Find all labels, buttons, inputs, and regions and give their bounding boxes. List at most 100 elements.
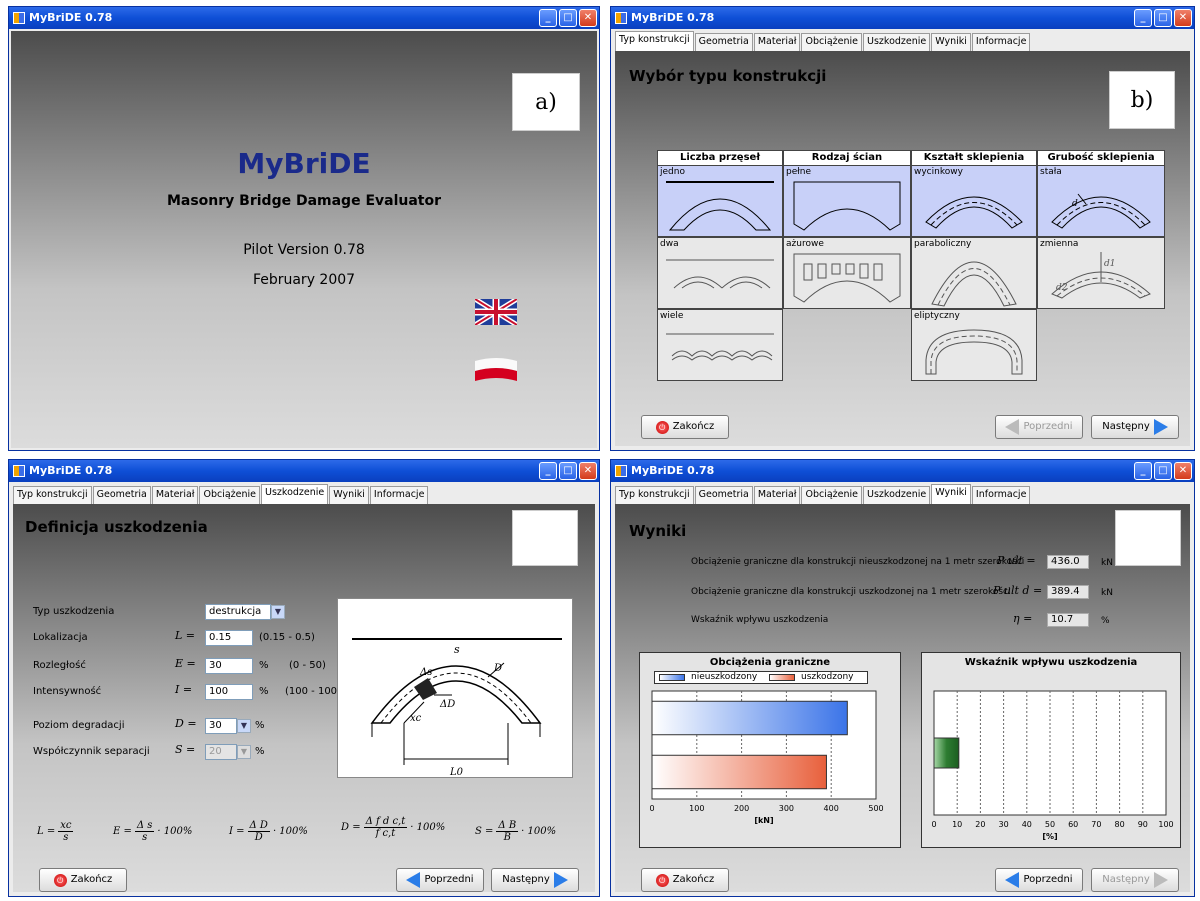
col-head-spandrel: Rodzaj ścian czołowych — [783, 150, 911, 177]
extent-unit: % — [259, 660, 269, 671]
separation-select[interactable]: 20 — [205, 744, 237, 760]
prev-button[interactable]: Poprzedni — [995, 868, 1083, 892]
formula-den: s — [63, 832, 69, 843]
field-label-type: Typ uszkodzenia — [33, 606, 115, 617]
option-label: wiele — [660, 311, 684, 321]
tab-obciazenie[interactable]: Obciążenie — [801, 33, 863, 51]
maximize-button[interactable]: □ — [559, 462, 577, 480]
multi-arch-icon — [666, 333, 774, 361]
tab-uszkodzenie[interactable]: Uszkodzenie — [863, 33, 931, 51]
arrow-left-icon — [1005, 872, 1020, 888]
tab-geometria[interactable]: Geometria — [92, 486, 151, 504]
finish-button[interactable]: ⏻ Zakończ — [641, 415, 729, 439]
damage-type-select[interactable]: destrukcja — [205, 604, 271, 620]
splash-background — [11, 31, 597, 448]
formula-den: s — [142, 832, 148, 843]
tick-label: 0 — [931, 820, 936, 829]
legend-swatch-undamaged — [659, 674, 685, 681]
option-wycinkowy[interactable]: wycinkowy — [911, 165, 1037, 237]
formula-tail: · 100% — [521, 826, 557, 837]
tab-typ-konstrukcji[interactable]: Typ konstrukcji — [615, 31, 694, 51]
formula-extent: E = Δ s s · 100% — [113, 820, 192, 843]
title-bar[interactable]: MyBriDE 0.78 _ □ ✕ — [611, 7, 1194, 29]
option-dwa[interactable]: dwa — [657, 237, 783, 309]
close-button[interactable]: ✕ — [579, 462, 597, 480]
svg-text:d1: d1 — [1104, 259, 1116, 269]
title-bar[interactable]: MyBriDE 0.78 _ □ ✕ — [9, 7, 599, 29]
chart-legend: nieuszkodzony uszkodzony — [654, 671, 868, 684]
close-button[interactable]: ✕ — [1174, 9, 1192, 27]
intensity-unit: % — [259, 686, 269, 697]
title-bar[interactable]: MyBriDE 0.78 _ □ ✕ — [9, 460, 599, 482]
app-icon — [615, 12, 627, 24]
tab-geometria[interactable]: Geometria — [694, 33, 753, 51]
bar-value — [933, 737, 960, 769]
maximize-button[interactable]: □ — [1154, 462, 1172, 480]
option-azurowe[interactable]: ażurowe — [783, 237, 911, 309]
finish-button[interactable]: ⏻ Zakończ — [39, 868, 127, 892]
legend-swatch-damaged — [769, 674, 795, 681]
tab-material[interactable]: Materiał — [753, 486, 801, 504]
tab-uszkodzenie[interactable]: Uszkodzenie — [261, 484, 329, 504]
tab-wyniki[interactable]: Wyniki — [931, 33, 971, 51]
title-bar[interactable]: MyBriDE 0.78 _ □ ✕ — [611, 460, 1194, 482]
panel-label-box — [512, 510, 578, 566]
next-button[interactable]: Następny — [491, 868, 579, 892]
finish-button[interactable]: ⏻ Zakończ — [641, 868, 729, 892]
tab-geometria[interactable]: Geometria — [694, 486, 753, 504]
tab-obciazenie[interactable]: Obciążenie — [801, 486, 863, 504]
option-label: eliptyczny — [914, 311, 960, 321]
option-zmienna[interactable]: zmienna d1 d2 — [1037, 237, 1165, 309]
next-button[interactable]: Następny — [1091, 868, 1179, 892]
location-input[interactable]: 0.15 — [205, 630, 253, 646]
intensity-input[interactable]: 100 — [205, 684, 253, 700]
tab-obciazenie[interactable]: Obciążenie — [199, 486, 261, 504]
tab-uszkodzenie[interactable]: Uszkodzenie — [863, 486, 931, 504]
close-button[interactable]: ✕ — [579, 9, 597, 27]
option-pelne[interactable]: pełne — [783, 165, 911, 237]
result-value-undamaged: 436.0 — [1047, 555, 1089, 569]
tab-strip: Typ konstrukcji Geometria Materiał Obciążen… — [615, 31, 1031, 51]
prev-button[interactable]: Poprzedni — [396, 868, 484, 892]
tab-informacje[interactable]: Informacje — [369, 486, 429, 504]
prev-button[interactable]: Poprzedni — [995, 415, 1083, 439]
panel-label-box: a) — [512, 73, 580, 131]
close-button[interactable]: ✕ — [1174, 462, 1192, 480]
chevron-down-icon[interactable]: ▼ — [271, 605, 285, 619]
option-eliptyczny[interactable]: eliptyczny — [911, 309, 1037, 381]
tab-wyniki[interactable]: Wyniki — [931, 484, 971, 504]
flag-uk-icon[interactable] — [475, 299, 517, 325]
result-label-undamaged: Obciążenie graniczne dla konstrukcji nie… — [691, 557, 1025, 567]
chevron-down-icon[interactable]: ▼ — [237, 719, 251, 733]
minimize-button[interactable]: _ — [1134, 9, 1152, 27]
diagram-label-D: D — [493, 663, 502, 674]
tick-label: 80 — [1115, 820, 1125, 829]
tab-material[interactable]: Materiał — [151, 486, 199, 504]
tab-wyniki[interactable]: Wyniki — [329, 486, 369, 504]
parabolic-arch-icon — [931, 261, 1017, 307]
extent-input[interactable]: 30 — [205, 658, 253, 674]
field-label-location: Lokalizacja — [33, 632, 88, 643]
tab-typ-konstrukcji[interactable]: Typ konstrukcji — [13, 486, 92, 504]
chevron-down-icon[interactable]: ▼ — [237, 745, 251, 759]
chart-title: Wskaźnik wpływu uszkodzenia — [964, 657, 1138, 668]
flag-pl-icon[interactable] — [475, 357, 517, 383]
minimize-button[interactable]: _ — [539, 9, 557, 27]
tab-informacje[interactable]: Informacje — [971, 486, 1031, 504]
minimize-button[interactable]: _ — [1134, 462, 1152, 480]
constant-thickness-icon: d — [1051, 193, 1151, 229]
option-wiele[interactable]: wiele — [657, 309, 783, 381]
tab-typ-konstrukcji[interactable]: Typ konstrukcji — [615, 486, 694, 504]
tab-material[interactable]: Materiał — [753, 33, 801, 51]
option-paraboliczny[interactable]: paraboliczny — [911, 237, 1037, 309]
degradation-select[interactable]: 30 — [205, 718, 237, 734]
tab-informacje[interactable]: Informacje — [971, 33, 1031, 51]
option-jedno[interactable]: jedno — [657, 165, 783, 237]
minimize-button[interactable]: _ — [539, 462, 557, 480]
tick-label: 100 — [1158, 820, 1173, 829]
maximize-button[interactable]: □ — [1154, 9, 1172, 27]
next-button[interactable]: Następny — [1091, 415, 1179, 439]
page-title: Wybór typu konstrukcji — [629, 67, 827, 85]
option-stala[interactable]: stała d — [1037, 165, 1165, 237]
maximize-button[interactable]: □ — [559, 9, 577, 27]
